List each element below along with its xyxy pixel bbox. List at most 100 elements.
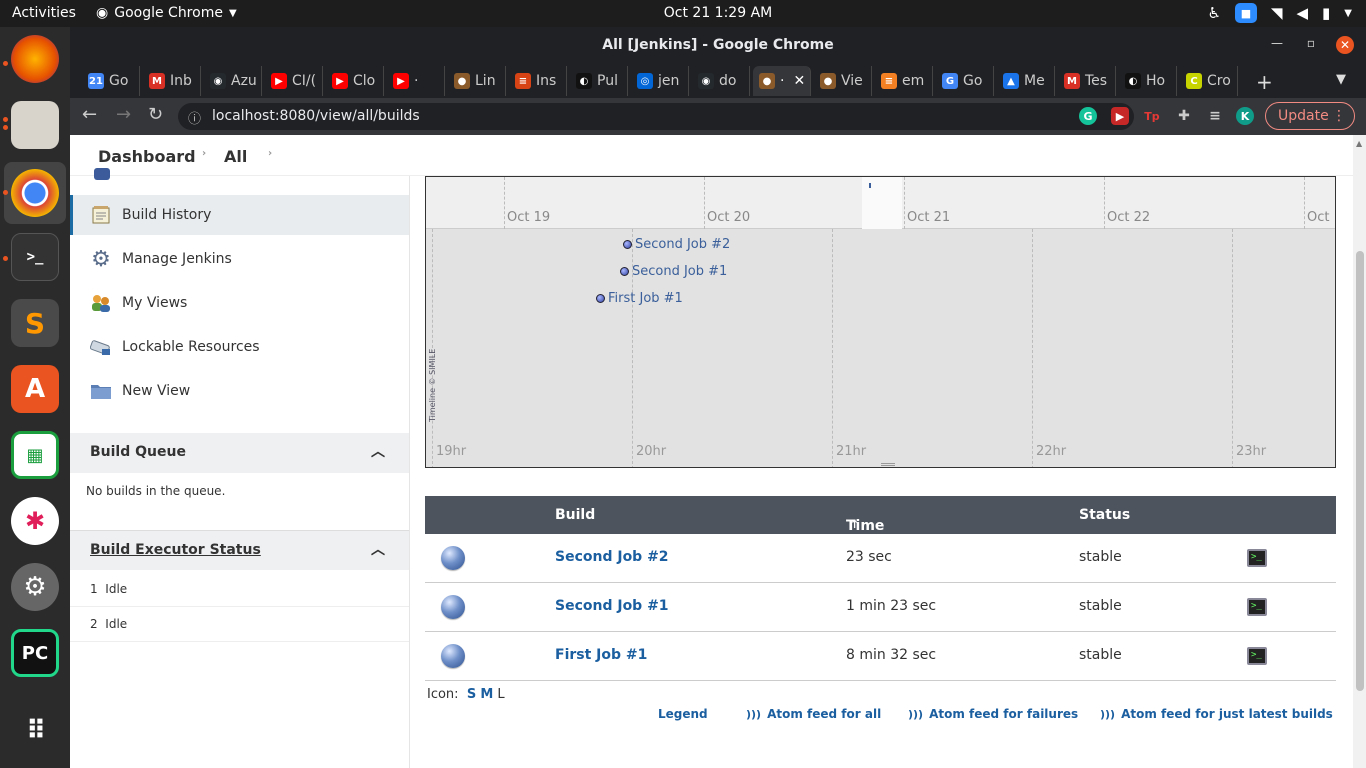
back-button[interactable]: ← [82,104,97,125]
tp-extension-icon[interactable]: Tp [1143,107,1161,125]
tab-13[interactable]: ≡ em [875,66,933,96]
zoom-icon[interactable]: ■ [1234,3,1257,23]
tab-6[interactable]: ● Lin [448,66,506,96]
wifi-icon[interactable]: ◥ [1271,4,1283,22]
icon-size-small[interactable]: S [467,687,476,702]
task-build-history[interactable]: Build History [70,195,409,235]
executor-status-header[interactable]: Build Executor Status ︿ [70,530,409,570]
header-build[interactable]: Build [555,507,595,523]
build-link[interactable]: First Job #1 [555,647,647,663]
legend-link[interactable]: Legend [658,707,708,721]
terminal-icon[interactable]: >_ [11,233,59,281]
build-timeline[interactable]: Oct 19 Oct 20 Oct 21 Oct 22 Oct 19hr 20h… [425,176,1336,468]
show-apps-icon[interactable]: ⠿ [11,707,59,755]
event-label[interactable]: First Job #1 [608,291,683,306]
tab-7[interactable]: ≡ Ins [509,66,567,96]
timeline-event[interactable]: Second Job #2 [623,237,730,252]
app-menu[interactable]: ◉ Google Chrome ▼ [96,5,237,21]
task-my-views[interactable]: My Views [70,283,409,323]
atom-feed-failures-link[interactable]: ))) Atom feed for failures [908,707,1078,721]
tab-9[interactable]: ◎ jen [631,66,689,96]
grammarly-icon[interactable]: G [1079,107,1097,125]
status-ball-icon[interactable] [441,595,465,619]
address-bar[interactable]: ⓘ localhost:8080/view/all/builds ☆ [178,103,1134,130]
event-label[interactable]: Second Job #2 [635,237,730,252]
timeline-event[interactable]: First Job #1 [596,291,683,306]
sublime-text-icon[interactable]: S [11,299,59,347]
battery-icon[interactable]: ▮ [1322,4,1330,22]
scroll-up-arrow-icon[interactable]: ▲ [1356,139,1362,148]
atom-feed-latest-link[interactable]: ))) Atom feed for just latest builds [1100,707,1333,721]
breadcrumb-all[interactable]: All [224,147,247,166]
breadcrumb-chevron-icon[interactable]: › [268,148,272,159]
page-scrollbar[interactable]: ▲ [1353,135,1366,768]
status-ball-icon[interactable] [441,546,465,570]
build-link[interactable]: Second Job #2 [555,549,669,565]
breadcrumb-chevron-icon[interactable]: › [202,148,206,159]
extensions-puzzle-icon[interactable]: ✚ [1175,107,1193,125]
chevron-up-icon[interactable]: ︿ [371,433,385,471]
tab-11[interactable]: ● · ✕ [753,66,811,96]
icon-size-medium[interactable]: M [480,687,493,702]
tab-3[interactable]: ▶ CI/( [265,66,323,96]
console-output-icon[interactable]: >_ [1247,549,1267,567]
tab-16[interactable]: M Tes [1058,66,1116,96]
console-output-icon[interactable]: >_ [1247,598,1267,616]
tab-2[interactable]: ◉ Azu [204,66,262,96]
tab-10[interactable]: ◉ do [692,66,750,96]
tab-1[interactable]: M Inb [143,66,201,96]
window-title-bar[interactable]: All [Jenkins] - Google Chrome — ▫ ✕ [70,27,1366,64]
close-tab-icon[interactable]: ✕ [793,73,805,89]
tab-search-button[interactable]: ▼ [1336,72,1346,87]
software-center-icon[interactable]: A [11,365,59,413]
reload-button[interactable]: ↻ [148,104,163,125]
task-manage-jenkins[interactable]: ⚙ Manage Jenkins [70,239,409,279]
firefox-icon[interactable] [11,35,59,83]
update-button[interactable]: Update ⋮ [1265,102,1355,130]
task-new-view[interactable]: New View [70,371,409,411]
url-text[interactable]: localhost:8080/view/all/builds [212,108,420,124]
accessibility-icon[interactable]: ♿ [1207,4,1220,22]
tab-0[interactable]: 21 Go [82,66,140,96]
tab-12[interactable]: ● Vie [814,66,872,96]
timeline-day-band[interactable]: Oct 19 Oct 20 Oct 21 Oct 22 Oct [426,177,1335,229]
tab-18[interactable]: C Cro [1180,66,1238,96]
breadcrumb-dashboard[interactable]: Dashboard [98,147,196,166]
reading-list-icon[interactable]: ≡ [1206,107,1224,125]
maximize-button[interactable]: ▫ [1302,36,1320,54]
chrome-icon[interactable] [11,169,59,217]
settings-icon[interactable]: ⚙ [11,563,59,611]
chevron-down-icon[interactable]: ▼ [1344,8,1352,19]
header-status[interactable]: Status [1079,507,1130,523]
task-lockable-resources[interactable]: Lockable Resources [70,327,409,367]
status-ball-icon[interactable] [441,644,465,668]
pycharm-icon[interactable]: PC [11,629,59,677]
close-window-button[interactable]: ✕ [1336,36,1354,54]
slack-icon[interactable]: ✱ [11,497,59,545]
forward-button[interactable]: → [116,104,131,125]
volume-icon[interactable]: ◀ [1296,4,1308,22]
scrollbar-thumb[interactable] [1356,251,1364,691]
executor-status-title[interactable]: Build Executor Status [90,542,261,558]
tab-8[interactable]: ◐ Pul [570,66,628,96]
video-extension-icon[interactable]: ▶ [1111,107,1129,125]
timeline-resize-handle[interactable] [881,463,895,466]
tab-5[interactable]: ▶ · [387,66,445,96]
tab-17[interactable]: ◐ Ho [1119,66,1177,96]
atom-feed-all-link[interactable]: ))) Atom feed for all [746,707,881,721]
minimize-button[interactable]: — [1268,36,1286,54]
new-tab-button[interactable]: + [1256,70,1273,94]
info-icon[interactable]: ⓘ [188,108,201,127]
timeline-event[interactable]: Second Job #1 [620,264,727,279]
build-link[interactable]: Second Job #1 [555,598,669,614]
console-output-icon[interactable]: >_ [1247,647,1267,665]
profile-avatar[interactable]: K [1236,107,1254,125]
system-tray[interactable]: ♿ ■ ◥ ◀ ▮ ▼ [1207,3,1352,23]
event-label[interactable]: Second Job #1 [632,264,727,279]
build-queue-header[interactable]: Build Queue ︿ [70,433,409,473]
spreadsheet-icon[interactable]: ▦ [11,431,59,479]
chevron-up-icon[interactable]: ︿ [371,531,385,569]
tab-15[interactable]: ▲ Me [997,66,1055,96]
tab-14[interactable]: G Go [936,66,994,96]
tab-4[interactable]: ▶ Clo [326,66,384,96]
